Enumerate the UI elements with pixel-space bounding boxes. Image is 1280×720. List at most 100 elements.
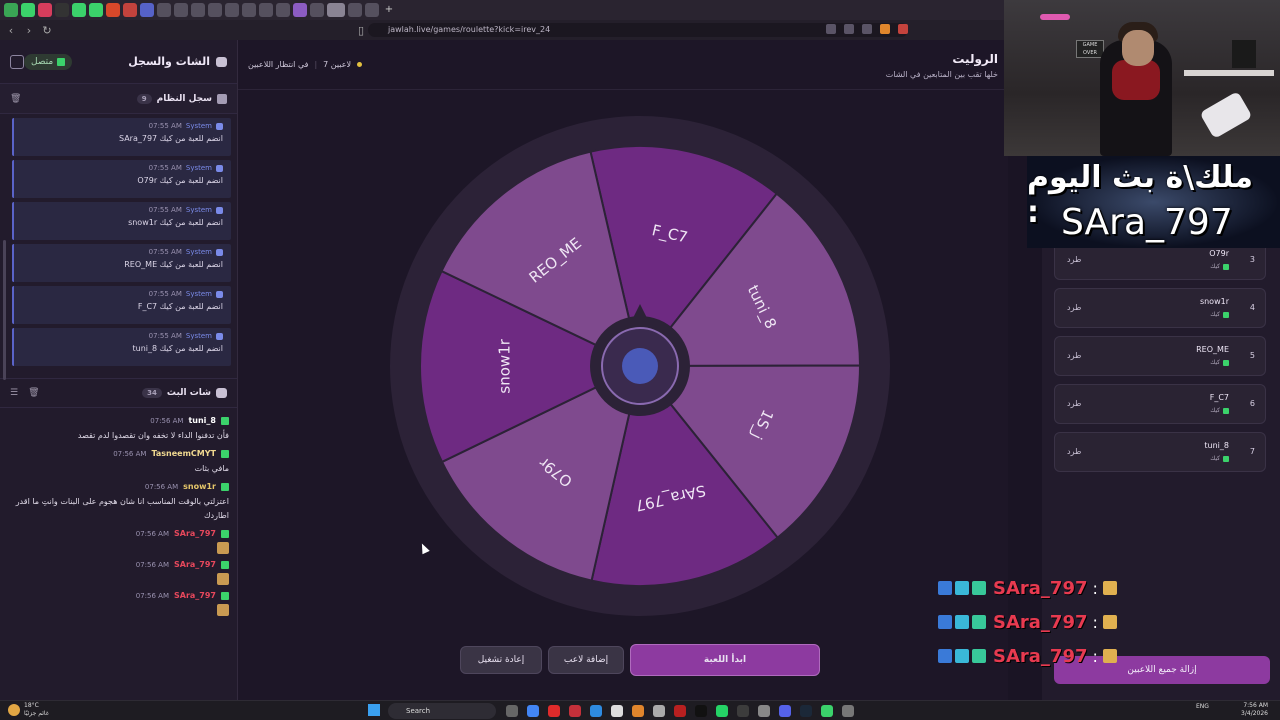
bookmark-icon[interactable]: ▯ [354,24,368,37]
tab-favicon[interactable] [89,3,103,17]
app-icon[interactable] [779,705,791,717]
kick-player-button[interactable]: طرد [1067,351,1081,360]
wheel-svg[interactable]: F_C7tuni_81S_jSAra_797O79rsnow1rREO_ME [386,112,894,620]
message-username[interactable]: snow1r [183,482,216,491]
weather-widget[interactable]: 18°C غائم جزئيًا [24,702,49,718]
translate-icon[interactable] [826,24,836,34]
streamer [1122,30,1154,66]
app-icon[interactable] [695,705,707,717]
kick-icon [221,560,229,569]
reload-icon[interactable]: ↻ [40,24,54,37]
system-log-count: 9 [136,93,152,104]
windows-start-icon[interactable] [368,704,380,716]
live-chat-list[interactable]: 07:56 AM tuni_8 فأن تدفنوا الداء لا تخفه و… [0,408,237,616]
tab-favicon[interactable] [123,3,137,17]
app-icon[interactable] [842,705,854,717]
brave-icon[interactable] [632,705,644,717]
tab-favicon[interactable] [174,3,188,17]
kick-player-button[interactable]: طرد [1067,447,1081,456]
youtube-icon[interactable] [548,705,560,717]
brave-shield-icon[interactable] [880,24,890,34]
tab-favicon[interactable] [4,3,18,17]
trash-icon[interactable]: 🗑 [28,388,39,398]
system-log-title-text: سجل النظام [156,93,212,104]
tab-favicon[interactable] [242,3,256,17]
collapse-panel-icon[interactable] [10,54,24,69]
tab-favicon[interactable] [310,3,324,17]
tab-favicon[interactable] [21,3,35,17]
player-card: 6 F_C7 كيك طرد [1054,384,1266,424]
tab-favicon[interactable]: + [382,3,396,17]
explorer-icon[interactable] [590,705,602,717]
start-game-button[interactable]: ابدأ اللعبة [630,644,820,676]
live-chat-title-text: شات البث [166,388,211,398]
tab-favicon[interactable] [293,3,307,17]
tab-favicon[interactable] [140,3,154,17]
forward-icon[interactable]: › [22,24,36,37]
zoom-icon[interactable] [844,24,854,34]
tab-favicon[interactable] [72,3,86,17]
settings-icon[interactable] [758,705,770,717]
tab-favicon[interactable] [276,3,290,17]
message-username[interactable]: tuni_8 [188,416,216,425]
xbox-icon[interactable] [737,705,749,717]
roulette-wheel[interactable]: F_C7 tuni_8 1S_j SAra_797 O79r snow1r REO_ME [386,112,894,620]
steam-icon[interactable] [800,705,812,717]
system-log-list[interactable]: 07:55 AM System SAra_797 انضم للعبة من كيك… [0,114,237,378]
taskbar-apps [506,705,854,717]
taskbar-search[interactable]: Search [388,703,496,719]
kick-icon [221,591,229,600]
app-icon[interactable] [653,705,665,717]
tab-favicon[interactable] [365,3,379,17]
active-tab[interactable] [327,3,345,17]
app-icon[interactable] [821,705,833,717]
hammer-badge-icon [938,649,952,663]
message-username[interactable]: TasneemCMYT [151,449,216,458]
tab-favicon[interactable] [38,3,52,17]
kick-icon [221,449,229,458]
app-icon[interactable] [674,705,686,717]
message-meta: 07:56 AM SAra_797 [12,529,229,538]
language-indicator[interactable]: ENG [1196,703,1209,710]
chat-scrollbar[interactable] [3,240,6,380]
weather-icon[interactable] [8,704,20,716]
message-username[interactable]: SAra_797 [174,560,216,569]
video-icon[interactable] [569,705,581,717]
restart-button[interactable]: إعادة تشغيل [460,646,542,674]
emote-icon [217,573,229,585]
chrome-icon[interactable] [527,705,539,717]
message-username[interactable]: SAra_797 [174,591,216,600]
tab-favicon[interactable] [191,3,205,17]
taskbar-clock[interactable]: 7:56 AM 3/4/2026 [1241,702,1268,718]
message-time: 07:56 AM [150,416,184,425]
back-icon[interactable]: ‹ [4,24,18,37]
diamond-badge-icon [955,615,969,629]
alert-separator: : [1092,612,1098,632]
system-log-header[interactable]: 🗑 9 سجل النظام [0,84,237,114]
add-player-button[interactable]: إضافة لاعب [548,646,624,674]
trash-icon[interactable]: 🗑 [10,94,21,104]
kick-player-button[interactable]: طرد [1067,255,1081,264]
file-icon[interactable] [611,705,623,717]
kick-player-button[interactable]: طرد [1067,303,1081,312]
kick-player-button[interactable]: طرد [1067,399,1081,408]
whatsapp-icon[interactable] [716,705,728,717]
players-status: في انتظار اللاعبين | 7 لاعبين [248,60,363,69]
tab-favicon[interactable] [348,3,362,17]
tab-favicon[interactable] [55,3,69,17]
share-icon[interactable] [862,24,872,34]
tab-favicon[interactable] [106,3,120,17]
task-view-icon[interactable] [506,705,518,717]
tab-favicon[interactable] [157,3,171,17]
player-source: كيك [1210,311,1229,318]
tab-favicon[interactable] [259,3,273,17]
message-username[interactable]: SAra_797 [174,529,216,538]
alert-overlay: SAra_797: SAra_797: SAra_797: [938,576,1138,676]
tab-favicon[interactable] [208,3,222,17]
entry-sender: System [185,122,212,130]
filter-icon[interactable]: ☰ [10,388,18,398]
tab-favicon[interactable] [225,3,239,17]
alert-username: SAra_797 [993,577,1088,599]
rewards-icon[interactable] [898,24,908,34]
entry-sender: System [185,290,212,298]
